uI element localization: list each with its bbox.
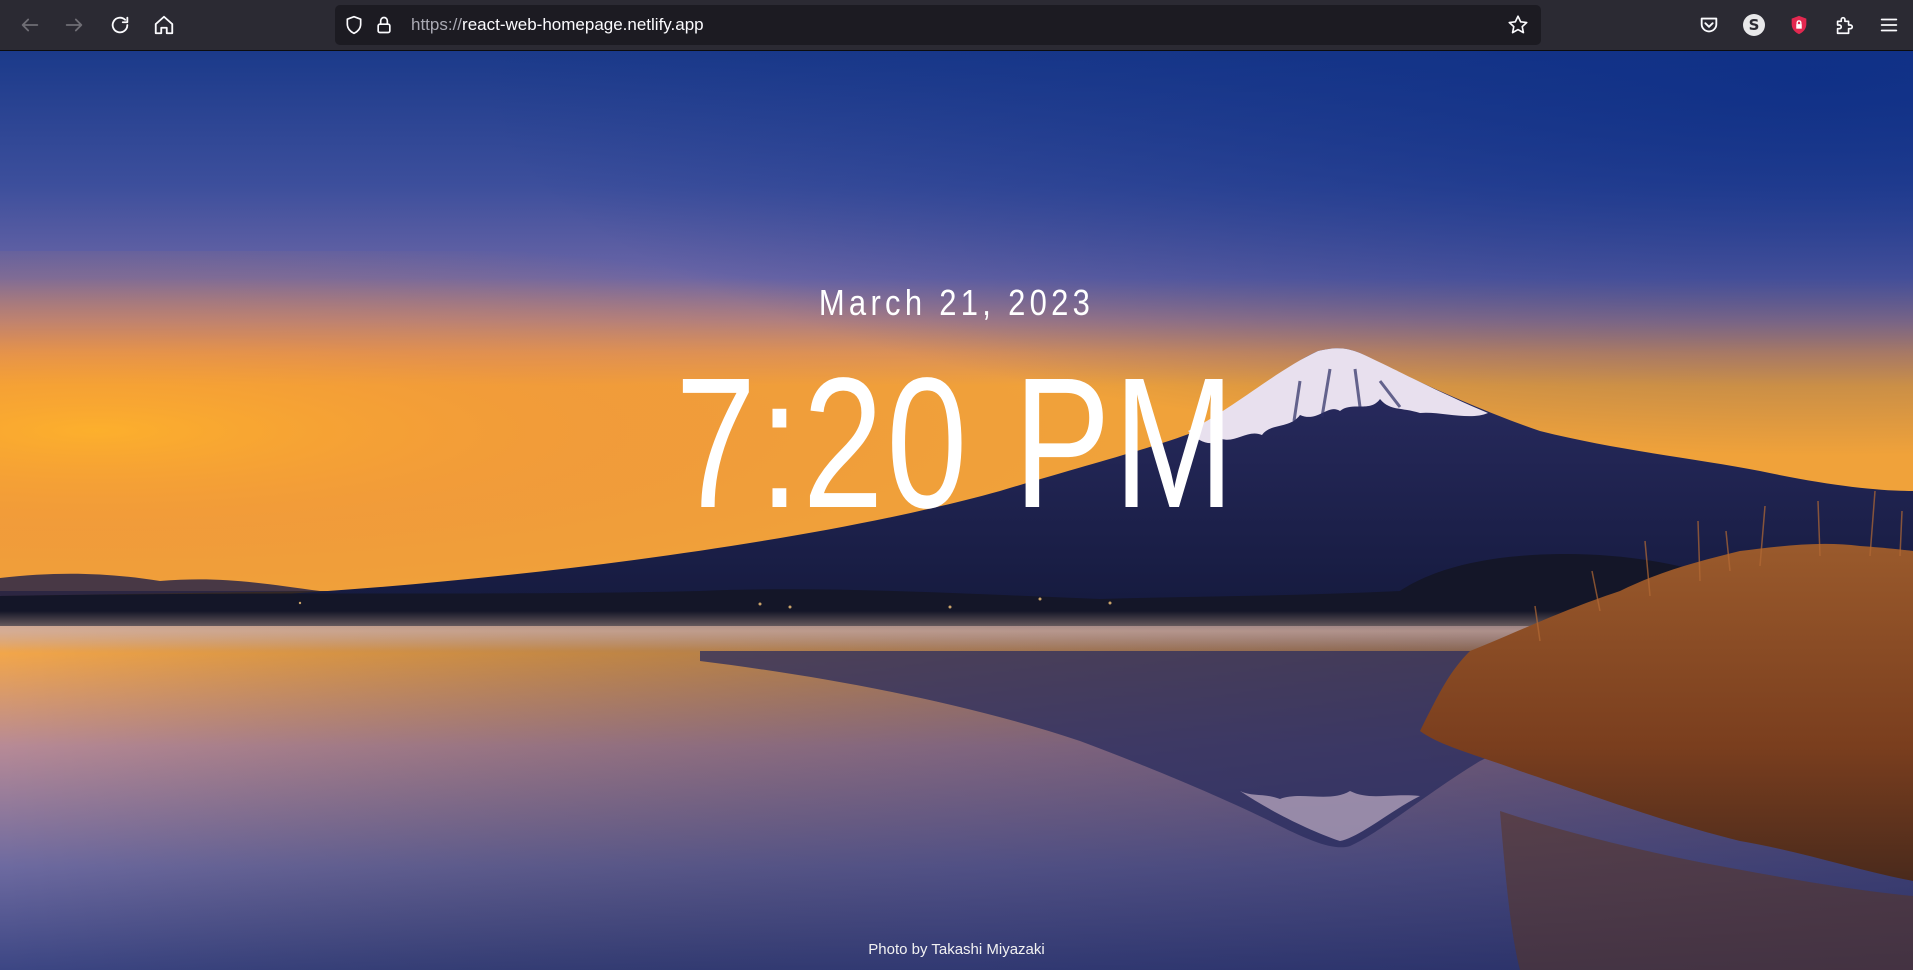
pocket-button[interactable]: [1692, 8, 1726, 42]
clock-overlay: March 21, 2023 7:20 PM Photo by Takashi …: [0, 51, 1913, 970]
reload-button[interactable]: [103, 8, 137, 42]
address-bar[interactable]: https://react-web-homepage.netlify.app: [335, 5, 1541, 45]
back-button[interactable]: [13, 8, 47, 42]
url-text[interactable]: https://react-web-homepage.netlify.app: [411, 5, 704, 45]
url-scheme: https://: [411, 15, 463, 34]
time-display: 7:20 PM: [675, 340, 1238, 547]
date-display: March 21, 2023: [818, 282, 1095, 323]
pocket-icon: [1700, 17, 1718, 33]
bookmark-button[interactable]: [1507, 14, 1529, 36]
extensions-button[interactable]: [1827, 8, 1861, 42]
web-page: March 21, 2023 7:20 PM Photo by Takashi …: [0, 51, 1913, 970]
ublock-button[interactable]: [1782, 8, 1816, 42]
bookmark-star-icon: [1508, 15, 1528, 34]
extensions-puzzle-icon: [1836, 16, 1854, 35]
photo-credit[interactable]: Photo by Takashi Miyazaki: [0, 941, 1913, 958]
s-extension-icon: S: [1743, 14, 1765, 36]
lock-icon: [377, 16, 391, 34]
forward-arrow-icon: [65, 18, 83, 32]
hamburger-menu-icon: [1880, 18, 1898, 32]
home-icon: [154, 15, 174, 35]
site-security-button[interactable]: [373, 14, 395, 36]
tracking-shield-icon: [346, 15, 362, 35]
tracking-shield-button[interactable]: [343, 14, 365, 36]
forward-button[interactable]: [57, 8, 91, 42]
s-extension-button[interactable]: S: [1737, 8, 1771, 42]
home-button[interactable]: [147, 8, 181, 42]
reload-icon: [111, 16, 129, 34]
ublock-icon: [1791, 15, 1807, 35]
back-arrow-icon: [21, 18, 39, 32]
browser-toolbar: https://react-web-homepage.netlify.app S: [0, 0, 1913, 51]
app-menu-button[interactable]: [1872, 8, 1906, 42]
url-host: react-web-homepage.netlify.app: [462, 15, 704, 34]
